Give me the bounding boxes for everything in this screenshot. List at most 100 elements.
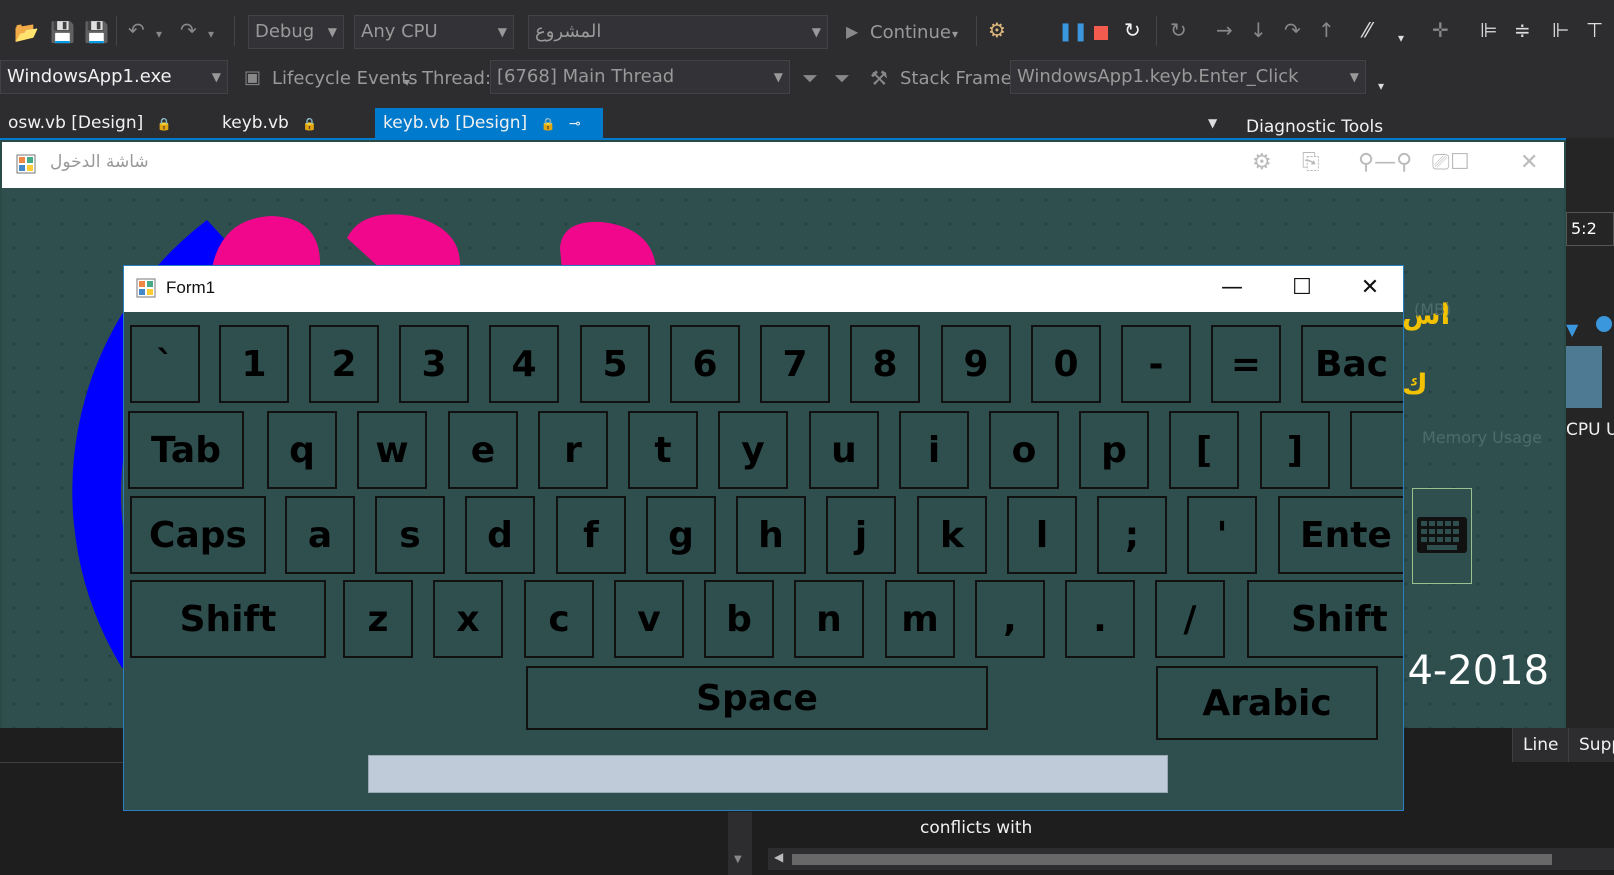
key-open-bracket[interactable]: [ bbox=[1169, 411, 1239, 489]
restart-icon[interactable]: ↻ bbox=[1124, 20, 1141, 40]
platform-combo[interactable]: Any CPU ▼ bbox=[354, 15, 514, 49]
tab-keyb-code[interactable]: keyb.vb 🔒 bbox=[214, 108, 325, 138]
solution-config-combo[interactable]: Debug ▼ bbox=[248, 15, 344, 49]
key-space[interactable]: Space bbox=[526, 666, 988, 730]
key-q[interactable]: q bbox=[267, 411, 337, 489]
key-slash[interactable]: / bbox=[1155, 580, 1225, 658]
step-out-icon[interactable]: ↑ bbox=[1318, 20, 1335, 40]
key-backslash-partial[interactable] bbox=[1350, 411, 1403, 489]
close-button[interactable]: ✕ bbox=[1335, 266, 1403, 312]
key-arabic[interactable]: Arabic bbox=[1156, 666, 1378, 740]
key-i[interactable]: i bbox=[899, 411, 969, 489]
save-icon[interactable]: 💾 bbox=[50, 22, 75, 42]
typed-text-input[interactable] bbox=[368, 755, 1168, 793]
align-right-icon[interactable]: ⊩ bbox=[1552, 20, 1569, 40]
key-4[interactable]: 4 bbox=[489, 325, 559, 403]
pause-icon[interactable]: ❚❚ bbox=[1058, 22, 1088, 42]
line-column-header[interactable]: Line bbox=[1512, 728, 1569, 762]
continue-dropdown-icon[interactable]: ▾ bbox=[952, 24, 958, 44]
key-equals[interactable]: = bbox=[1211, 325, 1281, 403]
step-into-icon[interactable]: ↓ bbox=[1250, 20, 1267, 40]
key-backtick[interactable]: ` bbox=[130, 325, 200, 403]
stack-frame-combo[interactable]: WindowsApp1.keyb.Enter_Click ▼ bbox=[1010, 60, 1366, 94]
key-n[interactable]: n bbox=[794, 580, 864, 658]
tab-keyb-design[interactable]: keyb.vb [Design] 🔒 ⊸ ✕ bbox=[375, 108, 603, 164]
key-7[interactable]: 7 bbox=[760, 325, 830, 403]
key-minus[interactable]: - bbox=[1121, 325, 1191, 403]
key-v[interactable]: v bbox=[614, 580, 684, 658]
continue-button[interactable]: Continue bbox=[870, 22, 951, 43]
key-c[interactable]: c bbox=[524, 580, 594, 658]
key-h[interactable]: h bbox=[736, 496, 806, 574]
key-semicolon[interactable]: ; bbox=[1097, 496, 1167, 574]
filter-icon[interactable]: ⏷ bbox=[802, 68, 818, 88]
key-t[interactable]: t bbox=[628, 411, 698, 489]
tab-osw-design[interactable]: osw.vb [Design] 🔒 bbox=[0, 108, 180, 138]
toolbar-options-icon[interactable]: ▾ bbox=[1378, 76, 1384, 96]
key-comma[interactable]: , bbox=[975, 580, 1045, 658]
key-a[interactable]: a bbox=[285, 496, 355, 574]
key-6[interactable]: 6 bbox=[670, 325, 740, 403]
key-p[interactable]: p bbox=[1079, 411, 1149, 489]
show-next-statement-icon[interactable]: ↻ bbox=[1170, 20, 1187, 40]
key-0[interactable]: 0 bbox=[1031, 325, 1101, 403]
key-close-bracket[interactable]: ] bbox=[1260, 411, 1330, 489]
minimize-button[interactable]: — bbox=[1197, 266, 1267, 312]
flag-thread-icon[interactable]: ⚒ bbox=[870, 68, 888, 88]
startup-project-combo[interactable]: المشروع ▼ bbox=[528, 15, 828, 49]
align-center-icon[interactable]: ≑ bbox=[1514, 20, 1531, 40]
vertical-scrollbar[interactable]: ▼ bbox=[728, 812, 752, 875]
key-x[interactable]: x bbox=[433, 580, 503, 658]
process-combo[interactable]: WindowsApp1.exe ▼ bbox=[0, 60, 228, 94]
key-left-shift[interactable]: Shift bbox=[130, 580, 326, 658]
key-z[interactable]: z bbox=[343, 580, 413, 658]
key-caps[interactable]: Caps bbox=[130, 496, 266, 574]
step-over-icon[interactable]: ↷ bbox=[1284, 20, 1301, 40]
key-g[interactable]: g bbox=[646, 496, 716, 574]
key-l[interactable]: l bbox=[1007, 496, 1077, 574]
hex-display-icon[interactable]: ⁄⁄ bbox=[1364, 20, 1371, 40]
key-j[interactable]: j bbox=[826, 496, 896, 574]
key-2[interactable]: 2 bbox=[309, 325, 379, 403]
process-icon[interactable]: ⚙ bbox=[988, 20, 1006, 40]
key-tab[interactable]: Tab bbox=[128, 411, 244, 489]
key-b[interactable]: b bbox=[704, 580, 774, 658]
thread-combo[interactable]: [6768] Main Thread ▼ bbox=[490, 60, 790, 94]
key-y[interactable]: y bbox=[718, 411, 788, 489]
filter-clear-icon[interactable]: ⏷ bbox=[834, 68, 850, 88]
redo-dropdown-icon[interactable]: ▾ bbox=[208, 24, 214, 44]
scrollbar-thumb[interactable] bbox=[792, 854, 1552, 865]
key-right-shift[interactable]: Shift bbox=[1247, 580, 1403, 658]
key-o[interactable]: o bbox=[989, 411, 1059, 489]
key-d[interactable]: d bbox=[465, 496, 535, 574]
key-k[interactable]: k bbox=[917, 496, 987, 574]
redo-icon[interactable]: ↷ bbox=[180, 20, 197, 40]
key-5[interactable]: 5 bbox=[580, 325, 650, 403]
step-into-arrow-icon[interactable]: → bbox=[1216, 20, 1233, 40]
key-r[interactable]: r bbox=[538, 411, 608, 489]
save-all-icon[interactable]: 💾 bbox=[84, 22, 109, 42]
key-8[interactable]: 8 bbox=[850, 325, 920, 403]
key-period[interactable]: . bbox=[1065, 580, 1135, 658]
key-u[interactable]: u bbox=[809, 411, 879, 489]
tab-list-dropdown-icon[interactable]: ▼ bbox=[1208, 116, 1217, 130]
lifecycle-dropdown-icon[interactable]: ▾ bbox=[404, 72, 410, 92]
scroll-down-icon[interactable]: ▼ bbox=[734, 854, 742, 865]
align-top-icon[interactable]: ⊤ bbox=[1586, 20, 1603, 40]
key-m[interactable]: m bbox=[885, 580, 955, 658]
key-3[interactable]: 3 bbox=[399, 325, 469, 403]
scroll-left-icon[interactable]: ◀ bbox=[774, 850, 783, 864]
stop-icon[interactable] bbox=[1094, 26, 1108, 40]
key-quote[interactable]: ' bbox=[1187, 496, 1257, 574]
undo-dropdown-icon[interactable]: ▾ bbox=[156, 24, 162, 44]
align-left-icon[interactable]: ⊫ bbox=[1480, 20, 1497, 40]
key-w[interactable]: w bbox=[357, 411, 427, 489]
maximize-button[interactable]: ☐ bbox=[1267, 266, 1337, 312]
key-f[interactable]: f bbox=[556, 496, 626, 574]
pin-icon[interactable]: ⊸ bbox=[569, 116, 581, 132]
key-backspace[interactable]: Bac bbox=[1301, 325, 1403, 403]
key-e[interactable]: e bbox=[448, 411, 518, 489]
key-1[interactable]: 1 bbox=[219, 325, 289, 403]
dropdown-icon[interactable]: ▾ bbox=[1398, 28, 1404, 48]
suppression-column-header[interactable]: Supp bbox=[1568, 728, 1614, 762]
